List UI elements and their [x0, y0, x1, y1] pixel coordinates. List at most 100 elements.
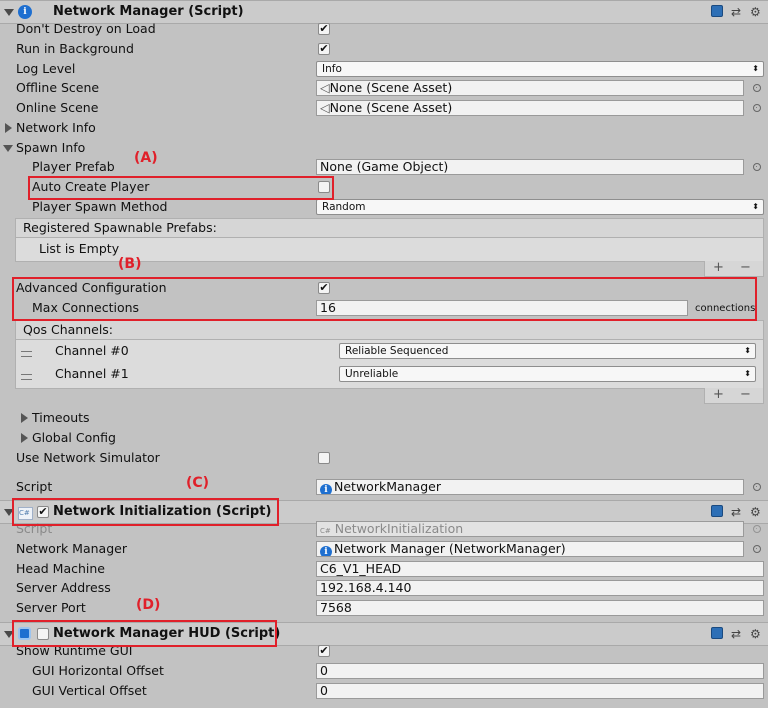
annotation-a-box	[28, 176, 334, 200]
drag-handle-icon[interactable]	[21, 351, 32, 357]
dont-destroy-checkbox[interactable]: ✔	[318, 23, 330, 35]
player-prefab-field[interactable]: None (Game Object)	[316, 159, 744, 175]
log-level-dropdown[interactable]: Info ⬍	[316, 61, 764, 77]
gui-v-offset-field[interactable]: 0	[316, 683, 764, 699]
gui-h-offset-label: GUI Horizontal Offset	[32, 663, 164, 678]
annotation-c-label: (C)	[186, 475, 210, 491]
gear-icon[interactable]: ⚙	[750, 5, 761, 19]
network-manager-value: Network Manager (NetworkManager)	[334, 541, 566, 556]
remove-button[interactable]: −	[740, 388, 751, 402]
channel-0-dropdown[interactable]: Reliable Sequenced ⬍	[339, 343, 756, 359]
add-button[interactable]: +	[713, 388, 724, 402]
dropdown-arrow-icon: ⬍	[744, 346, 751, 355]
object-picker-icon[interactable]	[753, 163, 761, 171]
spawn-info-foldout[interactable]: Spawn Info	[16, 140, 85, 156]
player-spawn-method-dropdown[interactable]: Random ⬍	[316, 199, 764, 215]
player-spawn-method-label: Player Spawn Method	[32, 199, 168, 214]
server-port-field[interactable]: 7568	[316, 600, 764, 616]
list-empty-label: List is Empty	[39, 241, 120, 256]
script-field[interactable]: i NetworkManager	[316, 479, 744, 495]
scene-asset-icon: ◁	[320, 100, 330, 115]
network-info-foldout[interactable]: Network Info	[16, 120, 96, 136]
list-footer: + −	[704, 388, 764, 404]
expand-arrow-icon[interactable]	[5, 123, 12, 133]
info-icon: i	[18, 5, 32, 19]
network-manager-field[interactable]: i Network Manager (NetworkManager)	[316, 541, 744, 557]
script-label: Script	[16, 479, 53, 494]
annotation-b-box	[12, 277, 757, 321]
head-machine-label: Head Machine	[16, 561, 105, 576]
remove-button[interactable]: −	[740, 261, 751, 275]
run-in-background-label: Run in Background	[16, 41, 134, 56]
preset-icon[interactable]: ⇄	[731, 627, 741, 641]
drag-handle-icon[interactable]	[21, 374, 32, 380]
expand-arrow-icon[interactable]	[21, 433, 28, 443]
gear-icon[interactable]: ⚙	[750, 505, 761, 519]
server-port-label: Server Port	[16, 600, 86, 615]
dont-destroy-label: Don't Destroy on Load	[16, 21, 156, 36]
help-book-icon[interactable]	[711, 5, 723, 17]
global-config-foldout[interactable]: Global Config	[32, 430, 116, 446]
scene-asset-icon: ◁	[320, 80, 330, 95]
timeouts-foldout[interactable]: Timeouts	[32, 410, 90, 426]
annotation-b-label: (B)	[118, 256, 142, 272]
preset-icon[interactable]: ⇄	[731, 505, 741, 519]
dropdown-arrow-icon: ⬍	[752, 202, 759, 211]
annotation-c-box	[12, 498, 279, 526]
annotation-d-box	[12, 620, 277, 647]
fold-arrow-icon[interactable]	[4, 9, 14, 16]
script-field: C# NetworkInitialization	[316, 521, 744, 537]
channel-label: Channel #1	[55, 366, 129, 381]
server-address-field[interactable]: 192.168.4.140	[316, 580, 764, 596]
script-info-icon: i	[320, 484, 332, 494]
offline-scene-label: Offline Scene	[16, 80, 100, 95]
online-scene-label: Online Scene	[16, 100, 99, 115]
player-prefab-label: Player Prefab	[32, 159, 115, 174]
gear-icon[interactable]: ⚙	[750, 627, 761, 641]
dropdown-arrow-icon: ⬍	[744, 369, 751, 378]
list-footer: + −	[704, 261, 764, 277]
run-in-background-checkbox[interactable]: ✔	[318, 43, 330, 55]
registered-prefabs-label: Registered Spawnable Prefabs:	[23, 220, 217, 235]
gui-v-offset-label: GUI Vertical Offset	[32, 683, 147, 698]
qos-channels-list: Channel #0 Reliable Sequenced ⬍ Channel …	[15, 339, 764, 389]
registered-prefabs-header: Registered Spawnable Prefabs:	[15, 218, 764, 238]
component-title: Network Manager (Script)	[53, 4, 244, 19]
object-picker-icon[interactable]	[753, 483, 761, 491]
channel-value: Unreliable	[345, 368, 399, 380]
preset-icon[interactable]: ⇄	[731, 5, 741, 19]
annotation-d-label: (D)	[136, 597, 161, 613]
script-info-icon: i	[320, 546, 332, 556]
cs-script-icon: C#	[320, 527, 331, 535]
gui-h-offset-field[interactable]: 0	[316, 663, 764, 679]
channel-value: Reliable Sequenced	[345, 345, 449, 357]
online-scene-field[interactable]: ◁None (Scene Asset)	[316, 100, 744, 116]
object-picker-icon[interactable]	[753, 545, 761, 553]
object-picker-icon	[753, 525, 761, 533]
log-level-label: Log Level	[16, 61, 76, 76]
qos-channels-header: Qos Channels:	[15, 320, 764, 340]
server-address-label: Server Address	[16, 580, 111, 595]
use-network-simulator-checkbox[interactable]	[318, 452, 330, 464]
object-picker-icon[interactable]	[753, 104, 761, 112]
head-machine-field[interactable]: C6_V1_HEAD	[316, 561, 764, 577]
annotation-a-label: (A)	[134, 150, 158, 166]
dropdown-arrow-icon: ⬍	[752, 64, 759, 73]
show-runtime-gui-checkbox[interactable]: ✔	[318, 645, 330, 657]
offline-scene-field[interactable]: ◁None (Scene Asset)	[316, 80, 744, 96]
help-book-icon[interactable]	[711, 627, 723, 639]
channel-1-dropdown[interactable]: Unreliable ⬍	[339, 366, 756, 382]
use-network-simulator-label: Use Network Simulator	[16, 450, 160, 465]
online-scene-value: None (Scene Asset)	[329, 100, 453, 115]
script-value: NetworkManager	[334, 479, 441, 494]
add-button[interactable]: +	[713, 261, 724, 275]
network-manager-label: Network Manager	[16, 541, 127, 556]
offline-scene-value: None (Scene Asset)	[329, 80, 453, 95]
help-book-icon[interactable]	[711, 505, 723, 517]
expand-arrow-icon[interactable]	[21, 413, 28, 423]
channel-label: Channel #0	[55, 343, 129, 358]
object-picker-icon[interactable]	[753, 84, 761, 92]
collapse-arrow-icon[interactable]	[3, 145, 13, 152]
log-level-value: Info	[322, 63, 342, 75]
script-value: NetworkInitialization	[334, 521, 464, 536]
